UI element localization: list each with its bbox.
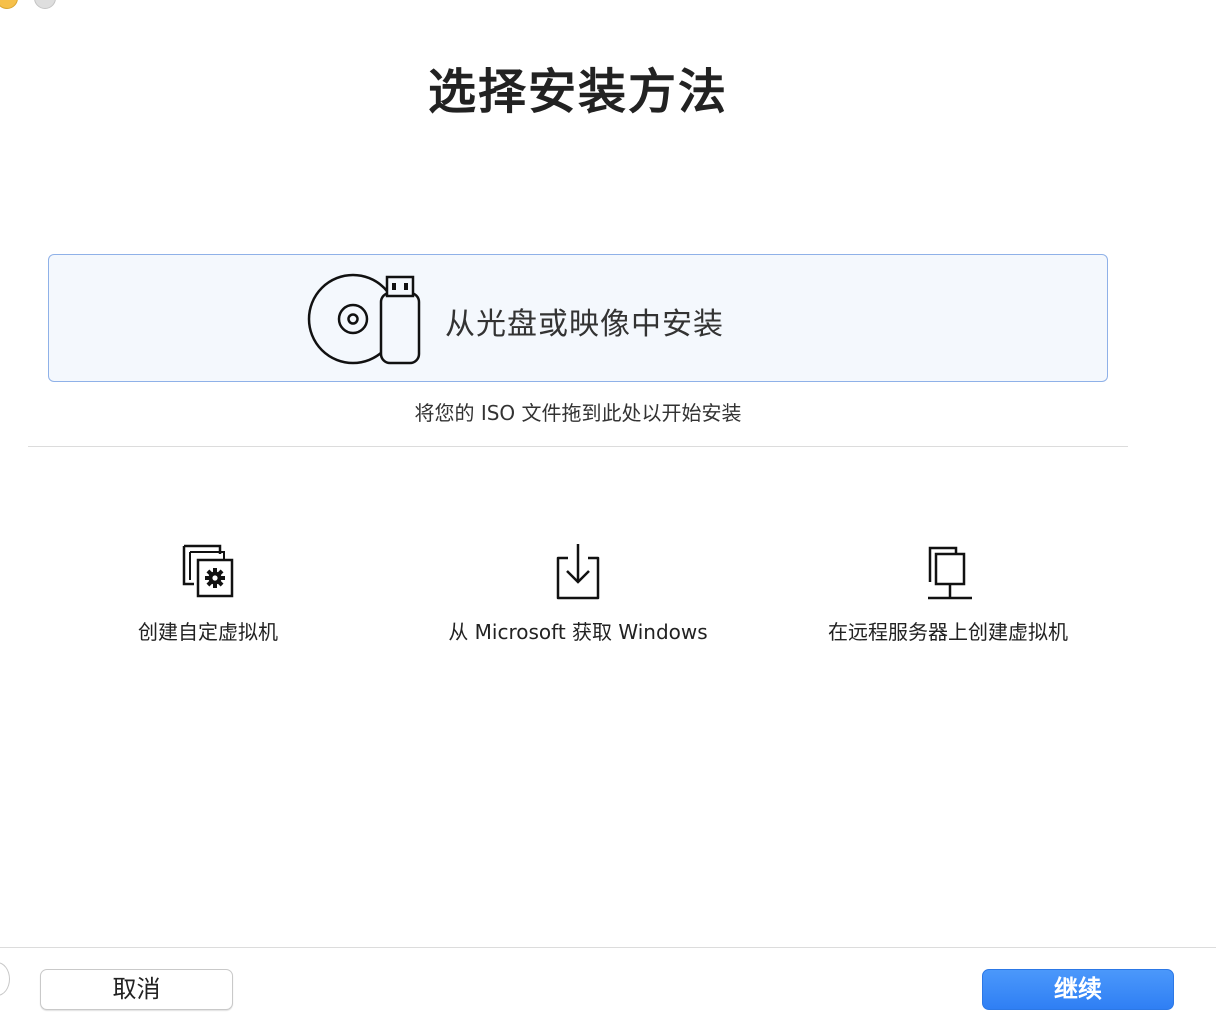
disc-usb-icon <box>307 273 421 365</box>
create-vm-on-remote-server-label: 在远程服务器上创建虚拟机 <box>828 620 1068 644</box>
drop-iso-hint: 将您的 ISO 文件拖到此处以开始安装 <box>414 401 742 425</box>
cancel-button[interactable]: 取消 <box>40 969 233 1010</box>
remote-server-icon <box>928 546 972 600</box>
page-title: 选择安装方法 <box>427 64 728 120</box>
zoom-window-button[interactable] <box>34 0 56 9</box>
install-from-media-dropzone[interactable]: 从光盘或映像中安装 <box>48 254 1108 382</box>
help-button[interactable] <box>0 962 10 996</box>
continue-button[interactable]: 继续 <box>982 969 1174 1010</box>
create-custom-vm-label: 创建自定虚拟机 <box>138 620 278 644</box>
get-windows-from-microsoft-option[interactable]: 从 Microsoft 获取 Windows <box>418 540 738 660</box>
minimize-window-button[interactable] <box>0 0 18 9</box>
create-vm-on-remote-server-option[interactable]: 在远程服务器上创建虚拟机 <box>798 540 1098 660</box>
footer-divider <box>0 947 1216 948</box>
section-divider <box>28 446 1128 447</box>
download-tray-icon <box>556 544 600 600</box>
get-windows-from-microsoft-label: 从 Microsoft 获取 Windows <box>448 620 708 644</box>
install-from-media-label: 从光盘或映像中安装 <box>445 307 724 342</box>
create-custom-vm-option[interactable]: 创建自定虚拟机 <box>108 540 308 660</box>
install-method-window: 选择安装方法 从光盘或映像中安装 将您的 ISO 文件拖到此处以开始安装 创建自… <box>0 0 1216 1012</box>
custom-vm-gear-icon <box>182 544 234 598</box>
